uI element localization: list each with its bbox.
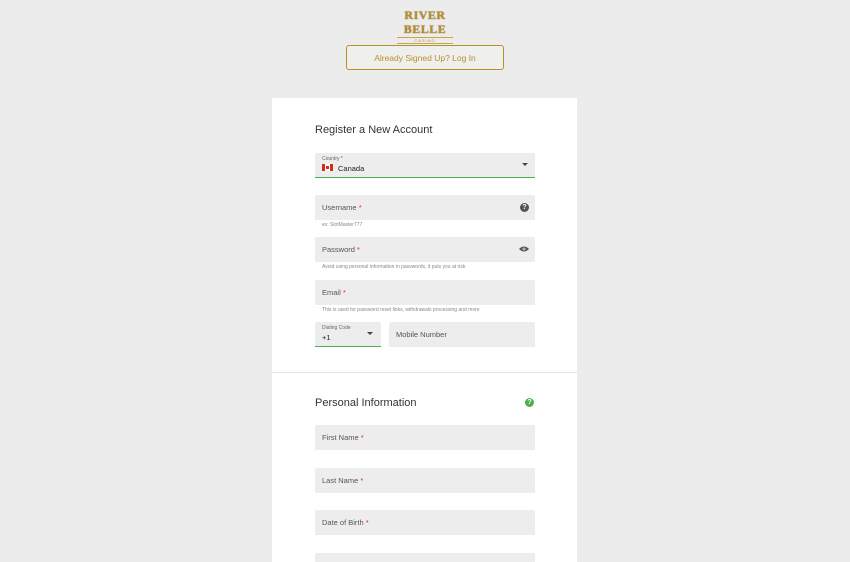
section-divider bbox=[272, 372, 577, 373]
country-value: Canada bbox=[338, 164, 365, 173]
mobile-number-input[interactable]: Mobile Number bbox=[389, 322, 535, 347]
last-name-field[interactable]: Last Name * bbox=[315, 468, 535, 493]
country-select[interactable]: Country * Canada bbox=[315, 153, 535, 178]
last-name-label: Last Name bbox=[322, 476, 359, 485]
dialing-code-label: Dialing Code bbox=[322, 325, 351, 331]
username-label: Username bbox=[322, 203, 357, 212]
help-icon[interactable]: ? bbox=[520, 203, 529, 212]
email-helper: This is used for password reset links, w… bbox=[322, 307, 480, 313]
first-name-label: First Name bbox=[322, 433, 359, 442]
next-field[interactable] bbox=[315, 553, 535, 562]
mobile-placeholder: Mobile Number bbox=[396, 330, 447, 339]
registration-card: Register a New Account Country * Canada … bbox=[272, 98, 577, 562]
dialing-code-select[interactable]: Dialing Code +1 bbox=[315, 322, 381, 347]
first-name-field[interactable]: First Name * bbox=[315, 425, 535, 450]
logo-subtext: CASINO bbox=[397, 37, 453, 44]
password-field[interactable]: Password * bbox=[315, 237, 535, 262]
brand-logo[interactable]: RIVER BELLE CASINO bbox=[389, 8, 461, 44]
country-label: Country bbox=[322, 156, 340, 162]
eye-icon[interactable] bbox=[519, 246, 529, 252]
email-label: Email bbox=[322, 288, 341, 297]
password-label: Password bbox=[322, 245, 355, 254]
register-title: Register a New Account bbox=[315, 124, 433, 136]
username-helper: ex: SlotMaster777 bbox=[322, 222, 363, 228]
username-field[interactable]: Username * ? bbox=[315, 195, 535, 220]
login-button[interactable]: Already Signed Up? Log In bbox=[346, 45, 504, 70]
dialing-code-value: +1 bbox=[322, 333, 331, 342]
canada-flag-icon bbox=[322, 164, 333, 171]
help-icon[interactable]: ? bbox=[525, 398, 534, 407]
dob-label: Date of Birth bbox=[322, 518, 364, 527]
date-of-birth-field[interactable]: Date of Birth * bbox=[315, 510, 535, 535]
logo-text: RIVER BELLE bbox=[403, 8, 447, 36]
chevron-down-icon bbox=[522, 163, 528, 166]
chevron-down-icon bbox=[367, 332, 373, 335]
personal-info-title: Personal Information bbox=[315, 397, 417, 409]
password-helper: Avoid using personal information in pass… bbox=[322, 264, 466, 270]
email-field[interactable]: Email * bbox=[315, 280, 535, 305]
